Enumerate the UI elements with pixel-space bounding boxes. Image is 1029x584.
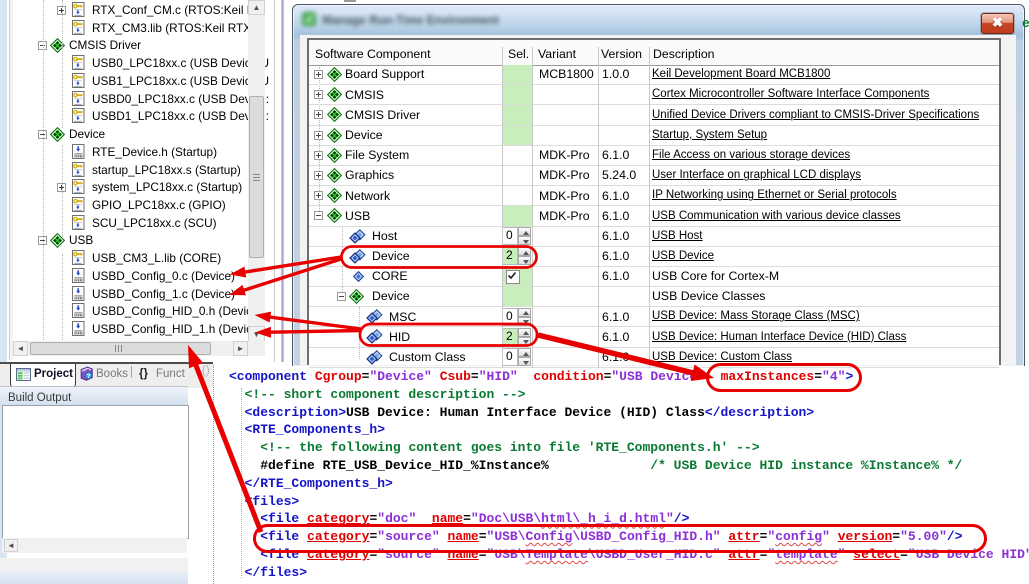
svg-text:?: ? (87, 373, 91, 380)
